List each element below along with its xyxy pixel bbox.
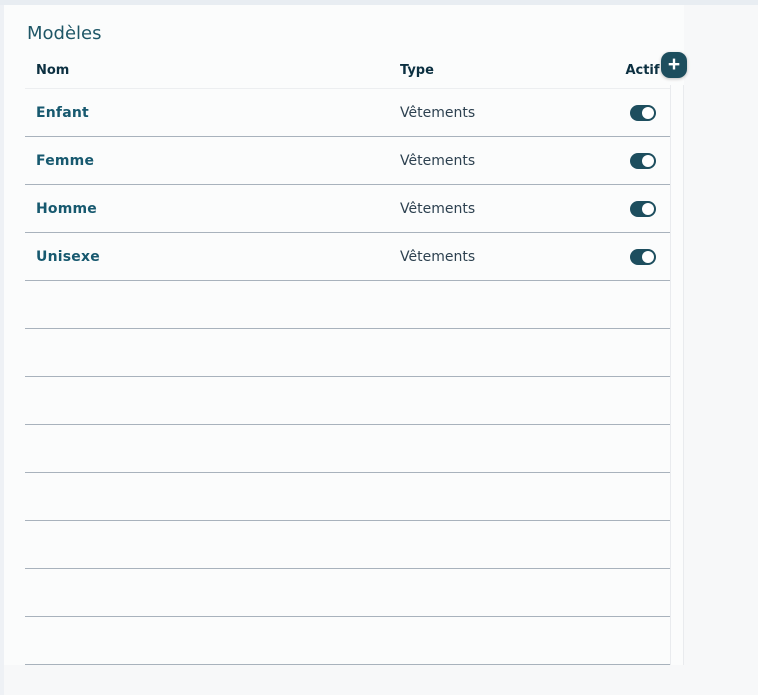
models-card: Modèles + Nom Type Actif Enfant Vêtement… (4, 5, 684, 665)
active-cell (615, 249, 670, 265)
empty-row (25, 377, 670, 425)
model-type: Vêtements (400, 105, 615, 121)
active-cell (615, 153, 670, 169)
table-header-row: Nom Type Actif (25, 53, 670, 89)
toggle-knob (642, 203, 654, 215)
model-name: Homme (25, 201, 400, 217)
empty-row (25, 473, 670, 521)
table-row[interactable]: Unisexe Vêtements (25, 233, 670, 281)
model-type: Vêtements (400, 153, 615, 169)
empty-row (25, 425, 670, 473)
model-name: Femme (25, 153, 400, 169)
empty-row (25, 521, 670, 569)
toggle-knob (642, 107, 654, 119)
active-toggle[interactable] (630, 105, 656, 121)
models-table: Nom Type Actif Enfant Vêtements Femme Vê… (25, 53, 670, 665)
active-toggle[interactable] (630, 249, 656, 265)
empty-row (25, 569, 670, 617)
plus-icon: + (668, 54, 680, 75)
table-right-border (670, 85, 671, 665)
toggle-knob (642, 155, 654, 167)
table-row[interactable]: Femme Vêtements (25, 137, 670, 185)
card-right-border (683, 85, 684, 665)
empty-row (25, 617, 670, 665)
toggle-knob (642, 251, 654, 263)
model-name: Enfant (25, 105, 400, 121)
active-toggle[interactable] (630, 201, 656, 217)
empty-row (25, 281, 670, 329)
column-header-nom: Nom (25, 63, 400, 78)
table-row[interactable]: Homme Vêtements (25, 185, 670, 233)
column-header-type: Type (400, 63, 615, 78)
active-toggle[interactable] (630, 153, 656, 169)
model-type: Vêtements (400, 201, 615, 217)
model-type: Vêtements (400, 249, 615, 265)
active-cell (615, 105, 670, 121)
active-cell (615, 201, 670, 217)
add-model-button[interactable]: + (661, 52, 687, 78)
page-title: Modèles (27, 23, 102, 44)
model-name: Unisexe (25, 249, 400, 265)
empty-row (25, 329, 670, 377)
table-row[interactable]: Enfant Vêtements (25, 89, 670, 137)
